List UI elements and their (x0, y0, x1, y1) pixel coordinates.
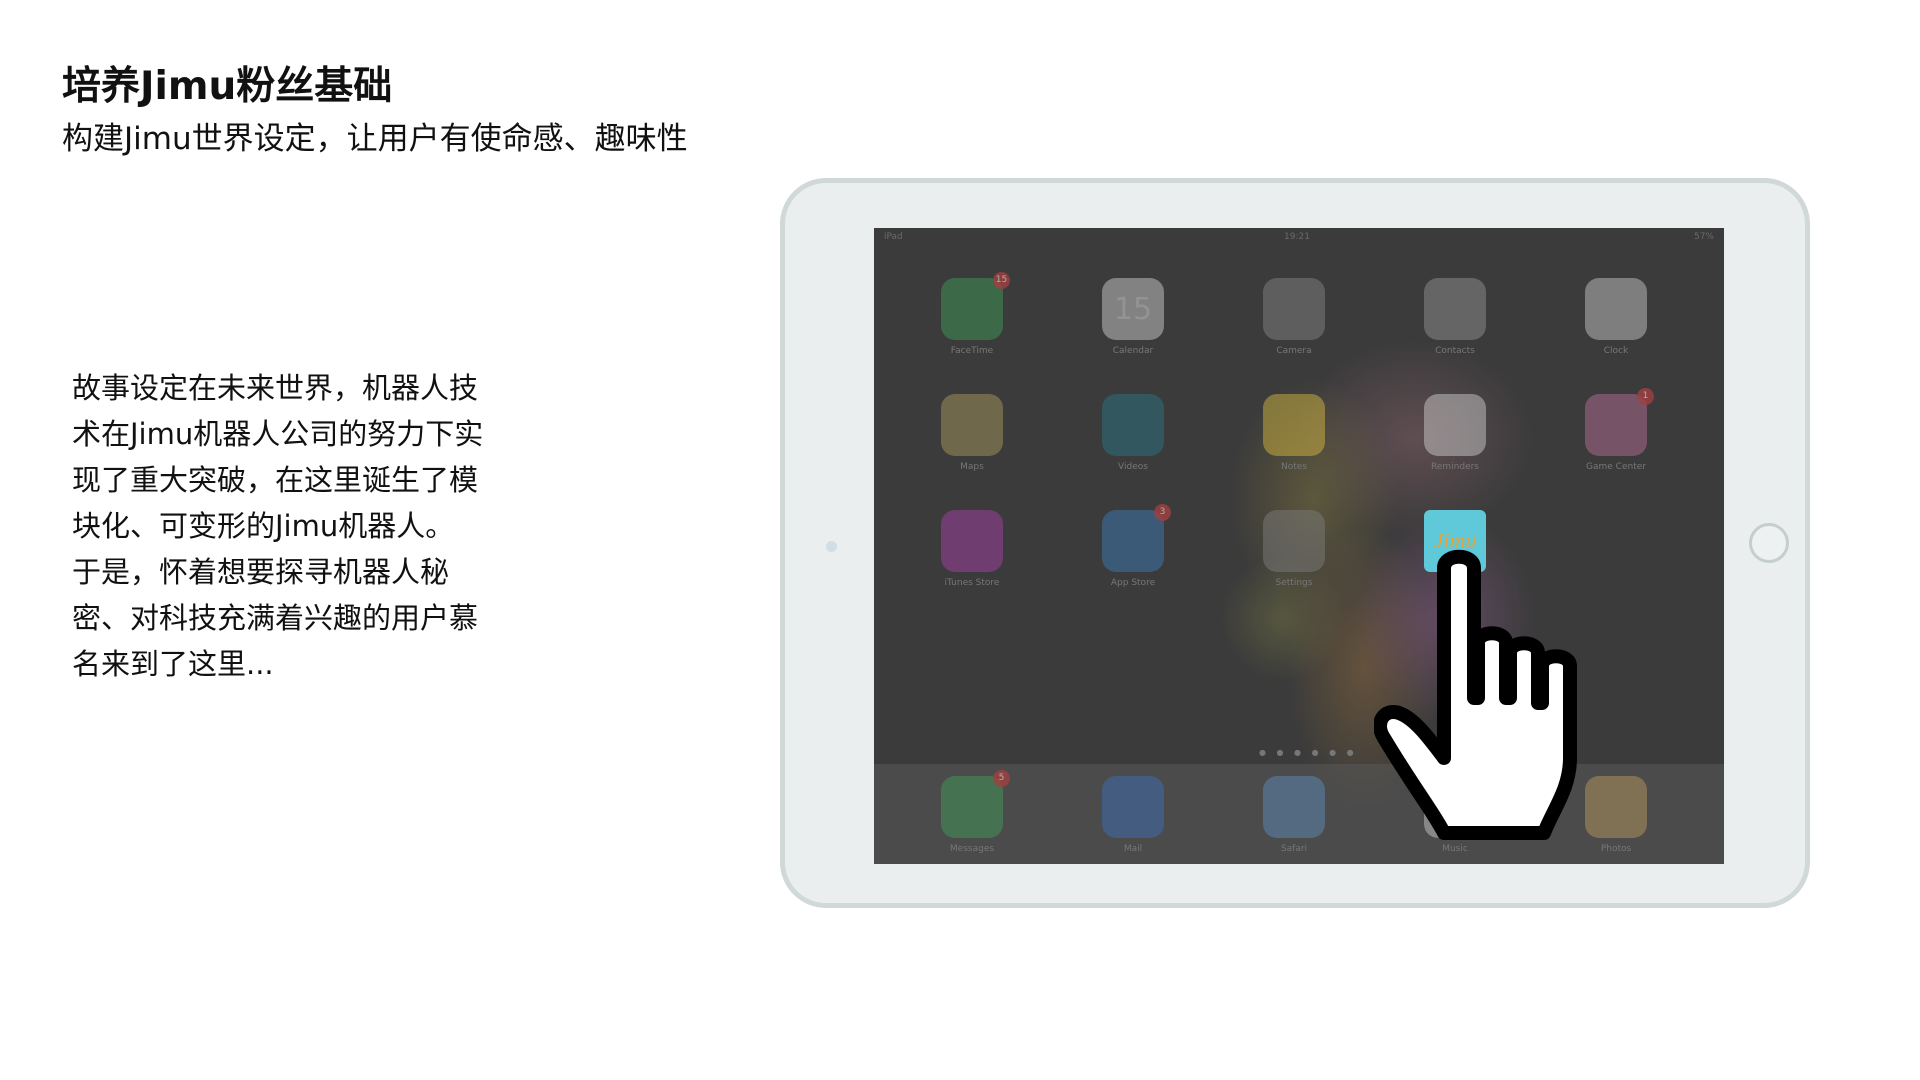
slide: 培养Jimu粉丝基础 构建Jimu世界设定，让用户有使命感、趣味性 故事设定在未… (0, 0, 1920, 1080)
app-label: Messages (949, 844, 995, 854)
app-label: Game Center (1586, 462, 1646, 472)
safari-icon (1263, 776, 1325, 838)
notes-icon (1263, 394, 1325, 456)
calendar-icon: 15 (1102, 278, 1164, 340)
app-label: Safari (1280, 844, 1308, 854)
page-title: 培养Jimu粉丝基础 (62, 64, 393, 109)
home-button[interactable] (1749, 523, 1789, 563)
page-subtitle: 构建Jimu世界设定，让用户有使命感、趣味性 (62, 121, 688, 157)
notification-badge: 5 (993, 770, 1010, 787)
app-camera[interactable]: Camera (1244, 278, 1344, 378)
status-time: 19:21 (1284, 232, 1310, 242)
contacts-icon (1424, 278, 1486, 340)
app-label: App Store (1110, 578, 1156, 588)
app-contacts[interactable]: Contacts (1405, 278, 1505, 378)
app-label: Maps (960, 462, 984, 472)
ipad-screen: iPad 19:21 57% 15 FaceTime 15 Calendar Camer… (874, 228, 1724, 864)
status-carrier: iPad (884, 232, 903, 242)
itunes-store-icon (941, 510, 1003, 572)
clock-icon (1585, 278, 1647, 340)
reminders-icon (1424, 394, 1486, 456)
app-notes[interactable]: Notes (1244, 394, 1344, 494)
app-game-center[interactable]: 1 Game Center (1566, 388, 1666, 494)
status-bar: iPad 19:21 57% (874, 228, 1724, 246)
mail-icon (1102, 776, 1164, 838)
story-line: 术在Jimu机器人公司的努力下实 (72, 417, 484, 451)
story-line: 于是，怀着想要探寻机器人秘 (72, 555, 450, 589)
story-line: 名来到了这里... (72, 647, 274, 681)
app-label: FaceTime (950, 346, 994, 356)
dock-app-mail[interactable]: Mail (1083, 776, 1183, 864)
facetime-icon (941, 278, 1003, 340)
story-line: 现了重大突破，在这里诞生了模 (72, 463, 479, 497)
videos-icon (1102, 394, 1164, 456)
pointing-hand-icon (1374, 549, 1577, 840)
story-line: 故事设定在未来世界，机器人技 (72, 371, 479, 405)
app-maps[interactable]: Maps (922, 394, 1022, 494)
app-videos[interactable]: Videos (1083, 394, 1183, 494)
app-clock[interactable]: Clock (1566, 278, 1666, 378)
app-label: Reminders (1431, 462, 1479, 472)
app-facetime[interactable]: 15 FaceTime (922, 272, 1022, 378)
app-label: Contacts (1435, 346, 1475, 356)
app-reminders[interactable]: Reminders (1405, 394, 1505, 494)
app-label: iTunes Store (944, 578, 1000, 588)
dock-app-messages[interactable]: 5 Messages (922, 770, 1022, 864)
page-indicator: ● ● ● ● ● ● (1259, 748, 1358, 757)
app-calendar[interactable]: 15 Calendar (1083, 278, 1183, 378)
story-line: 块化、可变形的Jimu机器人。 (72, 509, 455, 543)
app-app-store[interactable]: 3 App Store (1083, 504, 1183, 610)
app-label: Mail (1123, 844, 1143, 854)
ipad-camera (826, 541, 837, 552)
app-label: Videos (1118, 462, 1148, 472)
game-center-icon (1585, 394, 1647, 456)
dock-app-safari[interactable]: Safari (1244, 776, 1344, 864)
maps-icon (941, 394, 1003, 456)
app-label: Clock (1603, 346, 1629, 356)
app-itunes-store[interactable]: iTunes Store (922, 510, 1022, 610)
camera-icon (1263, 278, 1325, 340)
settings-icon (1263, 510, 1325, 572)
app-settings[interactable]: Settings (1244, 510, 1344, 610)
app-store-icon (1102, 510, 1164, 572)
story-text: 故事设定在未来世界，机器人技 术在Jimu机器人公司的努力下实 现了重大突破，在… (72, 365, 542, 687)
status-battery: 57% (1693, 232, 1714, 242)
app-label: Notes (1281, 462, 1307, 472)
notification-badge: 15 (993, 272, 1010, 289)
notification-badge: 3 (1154, 504, 1171, 521)
ipad-mockup: iPad 19:21 57% 15 FaceTime 15 Calendar Camer… (780, 178, 1810, 908)
notification-badge: 1 (1637, 388, 1654, 405)
app-label: Calendar (1112, 346, 1154, 356)
app-label: Camera (1276, 346, 1312, 356)
app-label: Settings (1275, 578, 1313, 588)
messages-icon (941, 776, 1003, 838)
story-line: 密、对科技充满着兴趣的用户慕 (72, 601, 479, 635)
